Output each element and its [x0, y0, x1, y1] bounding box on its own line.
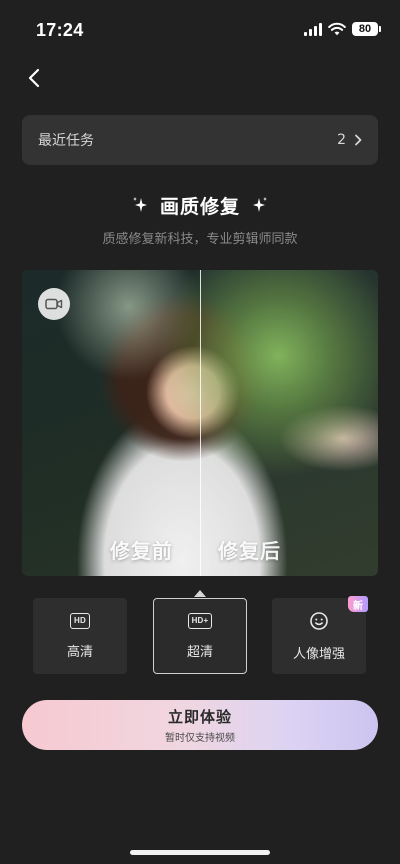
image-quality-repair-screen: 17:24 80 最近任务 2 画质修复 质感修复新科技，专业剪辑师同款 修复前…	[0, 0, 400, 864]
option-ultra-hd[interactable]: HD+ 超清	[153, 598, 247, 674]
battery-icon: 80	[352, 22, 381, 36]
feature-title: 画质修复	[159, 195, 240, 218]
recent-tasks-button[interactable]: 最近任务 2	[22, 115, 378, 165]
status-bar: 17:24 80	[0, 0, 400, 60]
feature-subtitle: 质感修复新科技，专业剪辑师同款	[102, 232, 298, 247]
face-icon	[310, 611, 328, 630]
feature-title-row: 画质修复	[0, 190, 400, 220]
video-camera-icon[interactable]	[38, 288, 70, 320]
before-label: 修复前	[110, 539, 173, 563]
new-badge: 新	[348, 596, 368, 612]
recent-tasks-count-group: 2	[337, 132, 362, 148]
comparison-divider[interactable]	[200, 270, 201, 576]
after-label: 修复后	[218, 539, 281, 563]
option-portrait-enhance[interactable]: 新 人像增强	[272, 596, 368, 674]
home-indicator[interactable]	[130, 850, 270, 855]
option-label: 人像增强	[292, 646, 345, 662]
sparkle-icon	[253, 197, 267, 212]
hd-plus-icon: HD+	[187, 612, 213, 629]
recent-tasks-label: 最近任务	[38, 133, 94, 149]
cellular-signal-icon	[304, 22, 322, 36]
chevron-left-icon	[28, 68, 40, 88]
before-after-preview[interactable]: 修复前 修复后	[22, 270, 378, 576]
selection-pointer	[194, 590, 206, 597]
option-label: 高清	[66, 644, 93, 660]
option-label: 超清	[186, 644, 213, 660]
hd-icon: HD	[70, 612, 90, 629]
chevron-right-icon	[355, 134, 362, 146]
cta-title: 立即体验	[167, 708, 232, 726]
wifi-icon	[328, 22, 346, 36]
back-button[interactable]	[20, 64, 48, 92]
status-icons: 80	[304, 22, 381, 36]
recent-tasks-count: 2	[337, 132, 346, 148]
battery-level: 80	[358, 23, 372, 35]
cta-subtitle: 暂时仅支持视频	[165, 733, 235, 744]
status-time: 17:24	[36, 20, 84, 40]
preview-after-area	[200, 270, 378, 576]
try-now-button[interactable]: 立即体验 暂时仅支持视频	[22, 700, 378, 750]
option-hd[interactable]: HD 高清	[33, 598, 127, 674]
sparkle-icon	[132, 197, 147, 212]
